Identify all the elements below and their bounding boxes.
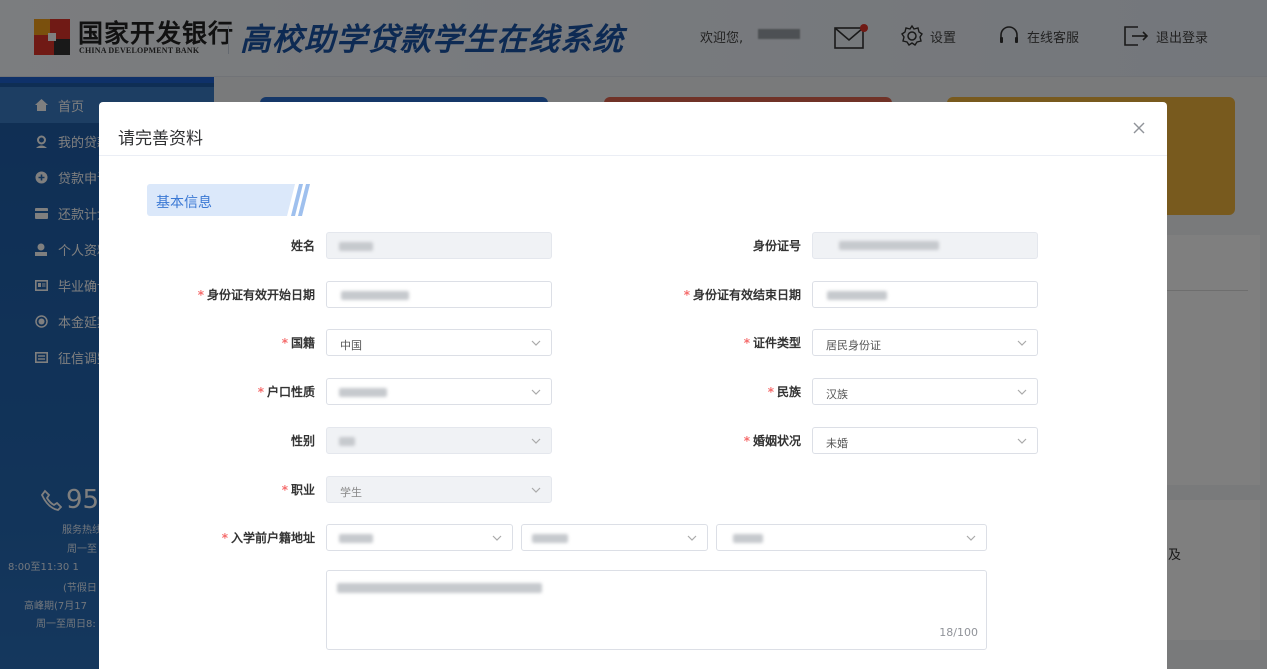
city-select[interactable] [521, 524, 708, 551]
chevron-down-icon [531, 340, 541, 346]
name-label: 姓名 [290, 239, 315, 253]
close-icon[interactable] [1131, 120, 1147, 136]
marital-status-value: 未婚 [826, 437, 848, 450]
gender-label: 性别 [290, 434, 315, 448]
nationality-value: 中国 [340, 339, 362, 352]
nationality-label: * 国籍 [281, 336, 315, 350]
chevron-down-icon [492, 535, 502, 541]
cert-type-label: * 证件类型 [743, 336, 801, 350]
province-select[interactable] [326, 524, 513, 551]
chevron-down-icon [531, 487, 541, 493]
id-start-date-field[interactable] [326, 281, 552, 308]
name-field[interactable] [326, 232, 552, 259]
section-decoration-icon [283, 184, 310, 216]
district-select[interactable] [716, 524, 987, 551]
id-number-label: 身份证号 [752, 239, 801, 253]
gender-select[interactable] [326, 427, 552, 454]
cert-type-value: 居民身份证 [826, 339, 881, 352]
marital-status-select[interactable]: 未婚 [812, 427, 1038, 454]
chevron-down-icon [1017, 340, 1027, 346]
chevron-down-icon [1017, 438, 1027, 444]
cert-type-select[interactable]: 居民身份证 [812, 329, 1038, 356]
ethnicity-value: 汉族 [826, 388, 848, 401]
marital-status-label: * 婚姻状况 [743, 434, 801, 448]
address-label: * 入学前户籍地址 [221, 531, 315, 545]
id-start-date-label: * 身份证有效开始日期 [197, 288, 315, 302]
occupation-label: * 职业 [281, 483, 315, 497]
id-end-date-label: * 身份证有效结束日期 [683, 288, 801, 302]
section-basic-info: 基本信息 [147, 184, 310, 216]
dialog-header: 请完善资料 [99, 102, 1167, 156]
id-end-date-field[interactable] [812, 281, 1038, 308]
id-number-field[interactable] [812, 232, 1038, 259]
chevron-down-icon [687, 535, 697, 541]
ethnicity-select[interactable]: 汉族 [812, 378, 1038, 405]
complete-profile-dialog: 请完善资料 基本信息 姓名 身份证号 * 身份证有效开始日期 * 身份证有效结束日期… [99, 102, 1167, 669]
occupation-select[interactable]: 学生 [326, 476, 552, 503]
nationality-select[interactable]: 中国 [326, 329, 552, 356]
hukou-type-label: * 户口性质 [257, 385, 315, 399]
occupation-value: 学生 [340, 486, 362, 499]
section-title: 基本信息 [156, 195, 212, 211]
hukou-type-select[interactable] [326, 378, 552, 405]
chevron-down-icon [531, 438, 541, 444]
dialog-title: 请完善资料 [118, 129, 203, 149]
chevron-down-icon [531, 389, 541, 395]
ethnicity-label: * 民族 [767, 385, 801, 399]
chevron-down-icon [1017, 389, 1027, 395]
address-detail-textarea[interactable]: 18/100 [326, 570, 987, 650]
char-counter: 18/100 [939, 626, 978, 639]
chevron-down-icon [966, 535, 976, 541]
